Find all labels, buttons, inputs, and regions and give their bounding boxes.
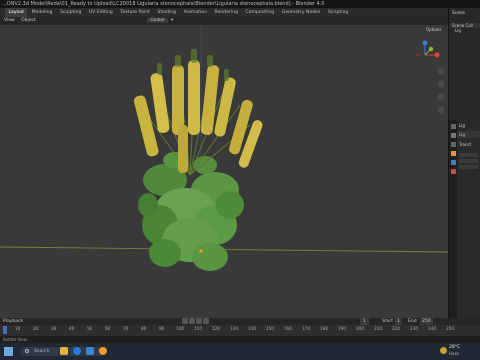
tab-texture-paint[interactable]: Texture Paint: [117, 8, 153, 17]
object-menu[interactable]: Object: [21, 18, 36, 23]
tick-label: 100: [176, 326, 184, 331]
tool-icon[interactable]: [450, 124, 456, 129]
search-icon: [25, 349, 29, 353]
tick-label: 200: [356, 326, 364, 331]
tick-label: 130: [230, 326, 238, 331]
viewport-canvas[interactable]: [0, 25, 448, 318]
tick-label: 80: [141, 326, 147, 331]
viewport-header: View Object Global ▾: [0, 17, 448, 25]
play-icon[interactable]: [196, 318, 202, 324]
navigation-gizmo[interactable]: [416, 40, 440, 58]
weather-temp: 28°C: [449, 345, 461, 350]
tick-label: 240: [428, 326, 436, 331]
render-icon[interactable]: [450, 133, 456, 138]
status-hint: Rotate View: [3, 337, 27, 342]
current-frame-field[interactable]: 1: [360, 318, 369, 325]
tab-scripting[interactable]: Scripting: [325, 8, 351, 17]
options-dropdown[interactable]: Options: [424, 27, 444, 32]
windows-taskbar: Search 28°C Haze: [0, 343, 480, 360]
transform-section[interactable]: Transf: [457, 138, 480, 151]
properties-panel: Lig Lig Transf: [457, 120, 480, 318]
3d-viewport[interactable]: Options: [0, 25, 448, 318]
chevron-down-icon[interactable]: ▾: [171, 18, 173, 23]
status-bar: Rotate View: [0, 336, 480, 343]
tick-label: 110: [194, 326, 202, 331]
end-label: End: [408, 319, 417, 324]
window-title: ...ONV2.3d Model\Reda\01_Ready to Upload…: [0, 0, 480, 8]
outliner-panel: Scene Scene Coll Lig: [448, 8, 480, 120]
tab-shading[interactable]: Shading: [154, 8, 179, 17]
output-icon[interactable]: [450, 142, 456, 147]
jump-start-icon[interactable]: [182, 318, 188, 324]
tick-label: 170: [302, 326, 310, 331]
start-label: Start: [382, 319, 393, 324]
tick-label: 60: [105, 326, 111, 331]
playhead[interactable]: [3, 326, 7, 334]
scale-field[interactable]: [459, 165, 478, 169]
object-icon[interactable]: [450, 151, 456, 156]
tick-label: 120: [212, 326, 220, 331]
properties-object-name: Lig: [459, 123, 465, 128]
timeline-ruler[interactable]: 10 20 30 40 50 60 70 80 90 100 110 120 1…: [0, 325, 480, 336]
windows-start-icon[interactable]: [4, 347, 13, 356]
tick-label: 50: [87, 326, 93, 331]
properties-object-field[interactable]: Lig: [457, 131, 480, 138]
rotation-field[interactable]: [459, 159, 478, 163]
edge-icon[interactable]: [73, 347, 81, 355]
playback-menu[interactable]: Playback: [3, 319, 23, 324]
workspace-tabs: Layout Modeling Sculpting UV Editing Tex…: [0, 8, 480, 17]
modifier-icon[interactable]: [450, 160, 456, 165]
viewport-nav-buttons[interactable]: [437, 67, 445, 114]
view-menu[interactable]: View: [4, 18, 15, 23]
scene-label: Scene: [452, 10, 465, 15]
tick-label: 90: [159, 326, 165, 331]
end-frame-field[interactable]: 250: [420, 318, 433, 325]
material-icon[interactable]: [450, 169, 456, 174]
tab-sculpting[interactable]: Sculpting: [57, 8, 84, 17]
tick-label: 230: [410, 326, 418, 331]
tick-label: 40: [69, 326, 75, 331]
weather-condition: Haze: [449, 351, 460, 356]
tick-label: 140: [248, 326, 256, 331]
orientation-dropdown[interactable]: Global: [147, 18, 168, 23]
timeline-header: Playback 1 Start 1 End 250: [0, 318, 480, 325]
tick-label: 180: [320, 326, 328, 331]
weather-icon: [440, 347, 447, 354]
tick-label: 20: [33, 326, 39, 331]
tick-label: 190: [338, 326, 346, 331]
tick-label: 210: [374, 326, 382, 331]
start-frame-field[interactable]: 1: [395, 318, 402, 325]
object-origin: [199, 249, 203, 253]
tab-layout[interactable]: Layout: [5, 8, 28, 17]
location-field[interactable]: [459, 153, 478, 157]
tick-label: 220: [392, 326, 400, 331]
tick-label: 250: [446, 326, 454, 331]
tab-animation[interactable]: Animation: [181, 8, 210, 17]
tick-label: 10: [15, 326, 21, 331]
outliner-row-object[interactable]: Lig: [449, 28, 480, 33]
file-explorer-icon[interactable]: [60, 347, 68, 355]
tick-label: 150: [266, 326, 274, 331]
tab-geometry-nodes[interactable]: Geometry Nodes: [279, 8, 324, 17]
search-label: Search: [34, 349, 50, 354]
tab-rendering[interactable]: Rendering: [211, 8, 240, 17]
tick-label: 70: [123, 326, 129, 331]
tick-label: 30: [51, 326, 57, 331]
blender-icon[interactable]: [99, 347, 107, 355]
tab-uv-editing[interactable]: UV Editing: [86, 8, 116, 17]
tab-compositing[interactable]: Compositing: [242, 8, 277, 17]
properties-tabs: [448, 120, 457, 318]
photoshop-icon[interactable]: [86, 347, 94, 355]
tab-modeling[interactable]: Modeling: [29, 8, 56, 17]
play-reverse-icon[interactable]: [189, 318, 195, 324]
jump-end-icon[interactable]: [203, 318, 209, 324]
tick-label: 160: [284, 326, 292, 331]
